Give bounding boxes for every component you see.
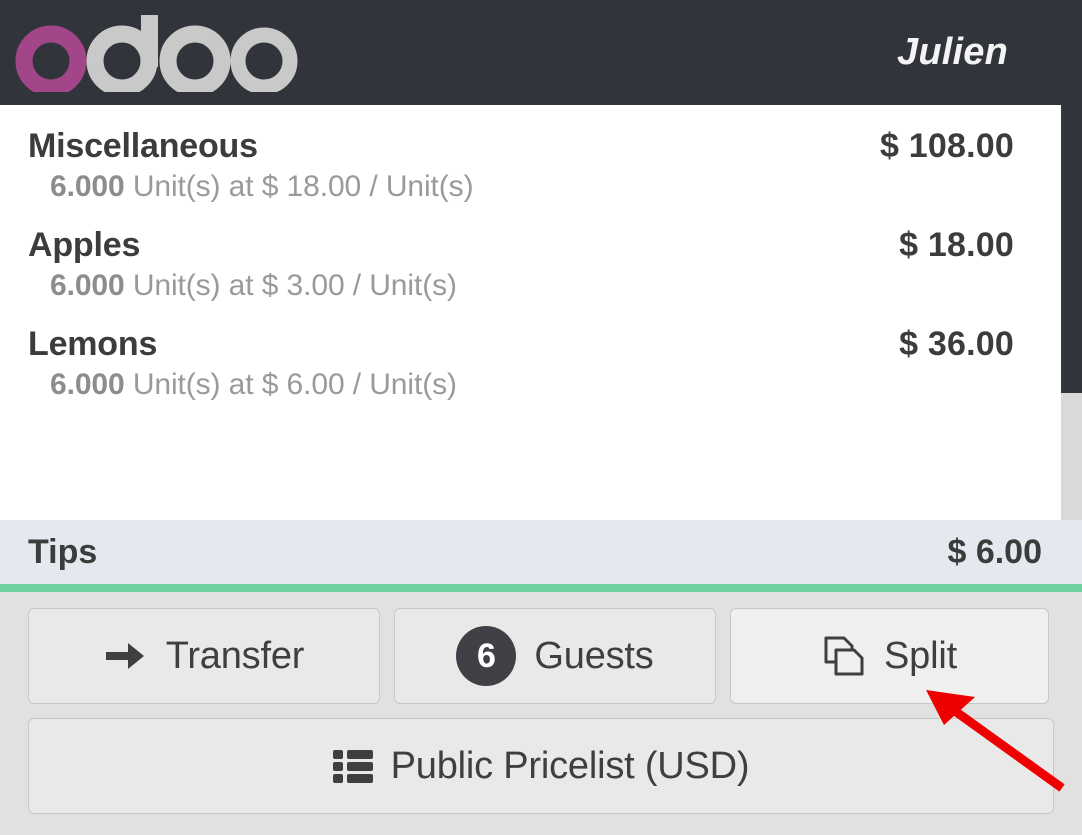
tips-row[interactable]: Tips $ 6.00: [0, 520, 1082, 584]
orderline-quantity: 6.000: [50, 368, 125, 401]
orderline-header: Apples $ 18.00: [28, 226, 1014, 265]
scrollbar-thumb[interactable]: [1061, 105, 1082, 393]
orderline-product-name: Miscellaneous: [28, 127, 258, 165]
pos-order-panel: Julien Miscellaneous $ 108.00 6.000 Unit…: [0, 0, 1082, 835]
orderline-detail: 6.000 Unit(s) at $ 18.00 / Unit(s): [28, 170, 1014, 204]
split-copy-icon: [822, 634, 866, 678]
orderline[interactable]: Miscellaneous $ 108.00 6.000 Unit(s) at …: [28, 127, 1014, 226]
orderline-total-price: $ 18.00: [899, 226, 1014, 264]
orderlines-scroll-area[interactable]: Miscellaneous $ 108.00 6.000 Unit(s) at …: [0, 105, 1082, 520]
arrow-right-icon: [104, 639, 148, 673]
orderline-unit-price-text: Unit(s) at $ 3.00 / Unit(s): [124, 269, 457, 302]
orderlines-list: Miscellaneous $ 108.00 6.000 Unit(s) at …: [0, 105, 1060, 424]
orderline[interactable]: Apples $ 18.00 6.000 Unit(s) at $ 3.00 /…: [28, 226, 1014, 325]
orderline-quantity: 6.000: [50, 170, 125, 203]
action-button-row: Transfer 6 Guests Split: [28, 608, 1054, 704]
orderline-quantity: 6.000: [50, 269, 125, 302]
transfer-button[interactable]: Transfer: [28, 608, 380, 704]
orderline-detail: 6.000 Unit(s) at $ 6.00 / Unit(s): [28, 368, 1014, 402]
cashier-name[interactable]: Julien: [897, 31, 1054, 74]
guest-count-badge: 6: [456, 626, 517, 686]
orderline[interactable]: Lemons $ 36.00 6.000 Unit(s) at $ 6.00 /…: [28, 325, 1014, 424]
transfer-button-label: Transfer: [165, 634, 305, 677]
orderline-unit-price-text: Unit(s) at $ 18.00 / Unit(s): [124, 170, 474, 203]
orderlines-scrollbar[interactable]: [1061, 105, 1082, 520]
pricelist-button[interactable]: Public Pricelist (USD): [28, 718, 1054, 814]
orderline-header: Lemons $ 36.00: [28, 325, 1014, 364]
pricelist-button-label: Public Pricelist (USD): [390, 744, 750, 787]
orderline-unit-price-text: Unit(s) at $ 6.00 / Unit(s): [124, 368, 457, 401]
split-button-label: Split: [884, 634, 957, 677]
orderline-total-price: $ 108.00: [880, 127, 1014, 165]
guests-button[interactable]: 6 Guests: [394, 608, 716, 704]
split-button[interactable]: Split: [730, 608, 1049, 704]
tips-amount: $ 6.00: [947, 532, 1042, 571]
orderline-total-price: $ 36.00: [899, 325, 1014, 363]
tips-label: Tips: [28, 532, 98, 571]
guests-button-label: Guests: [534, 634, 654, 677]
pos-header: Julien: [0, 0, 1082, 105]
orderline-header: Miscellaneous $ 108.00: [28, 127, 1014, 166]
odoo-logo-icon: [15, 14, 298, 92]
green-divider: [0, 584, 1082, 592]
odoo-logo[interactable]: [4, 13, 300, 93]
orderline-detail: 6.000 Unit(s) at $ 3.00 / Unit(s): [28, 269, 1014, 303]
orderline-product-name: Apples: [28, 226, 141, 264]
orderline-product-name: Lemons: [28, 325, 158, 363]
list-icon: [332, 749, 373, 783]
action-button-pad: Transfer 6 Guests Split Public Pricelist…: [0, 592, 1082, 835]
